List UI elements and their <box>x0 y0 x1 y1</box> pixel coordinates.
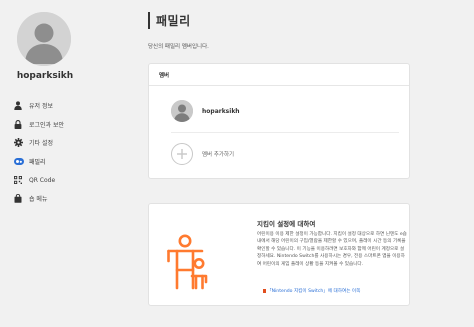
plus-icon <box>171 143 193 165</box>
qr-code-icon <box>14 175 26 185</box>
nav-item-login-security[interactable]: 로그인과 보안 <box>14 115 124 134</box>
page-subtitle: 당신의 패밀리 멤버입니다. <box>148 44 209 50</box>
nav-item-qr-code[interactable]: QR Code <box>14 171 124 190</box>
parental-controls-description: 어린이용 이용 제한 설정이 가능합니다. 지킴이 설정 대상으로 하면 닌텐도… <box>257 232 407 267</box>
profile-username: hoparksikh <box>16 71 74 81</box>
nav-item-user-info[interactable]: 유저 정보 <box>14 96 124 115</box>
sidebar: hoparksikh 유저 정보 로그인과 보안 기타 설정 패밀리 QR Co… <box>0 0 128 327</box>
nav-item-label: QR Code <box>29 176 56 184</box>
sidebar-nav: 유저 정보 로그인과 보안 기타 설정 패밀리 QR Code 숍 메뉴 <box>14 96 124 208</box>
page-title: 패밀리 <box>156 14 191 28</box>
profile-avatar[interactable] <box>17 12 71 66</box>
avatar-placeholder-icon <box>17 12 71 66</box>
nav-item-label: 기타 설정 <box>29 140 53 148</box>
nav-item-family[interactable]: 패밀리 <box>14 152 124 171</box>
lock-icon <box>14 119 26 129</box>
nav-item-label: 패밀리 <box>29 158 46 166</box>
members-card-header: 멤버 <box>149 64 409 86</box>
gear-icon <box>14 138 26 148</box>
nav-item-shop-menu[interactable]: 숍 메뉴 <box>14 189 124 208</box>
nav-item-label: 로그인과 보안 <box>29 121 65 129</box>
avatar-placeholder-icon <box>171 100 193 122</box>
add-member-label: 멤버 추가하기 <box>202 152 235 158</box>
member-name: hoparksikh <box>202 107 240 115</box>
shopping-bag-icon <box>14 194 26 204</box>
parental-controls-link[interactable]: 「Nintendo 지킴이 Switch」에 대하여는 이쪽 <box>267 288 360 294</box>
member-avatar <box>171 100 193 122</box>
add-member-button[interactable]: 멤버 추가하기 <box>171 143 234 165</box>
title-accent-bar <box>148 12 150 29</box>
page-title-wrap: 패밀리 <box>148 12 191 29</box>
parental-controls-card: 지킴이 설정에 대하여 어린이용 이용 제한 설정이 가능합니다. 지킴이 설정… <box>148 203 410 306</box>
family-icon <box>14 156 26 166</box>
nav-item-label: 유저 정보 <box>29 102 53 110</box>
parent-child-illustration-icon <box>167 234 219 294</box>
nav-item-label: 숍 메뉴 <box>29 196 48 204</box>
member-row[interactable]: hoparksikh <box>171 100 240 122</box>
link-marker-icon <box>263 289 266 293</box>
members-card: 멤버 hoparksikh 멤버 추가하기 <box>148 63 410 179</box>
parental-controls-title: 지킴이 설정에 대하여 <box>257 220 316 228</box>
nav-item-other-settings[interactable]: 기타 설정 <box>14 133 124 152</box>
divider <box>171 132 399 133</box>
person-icon <box>14 100 26 110</box>
